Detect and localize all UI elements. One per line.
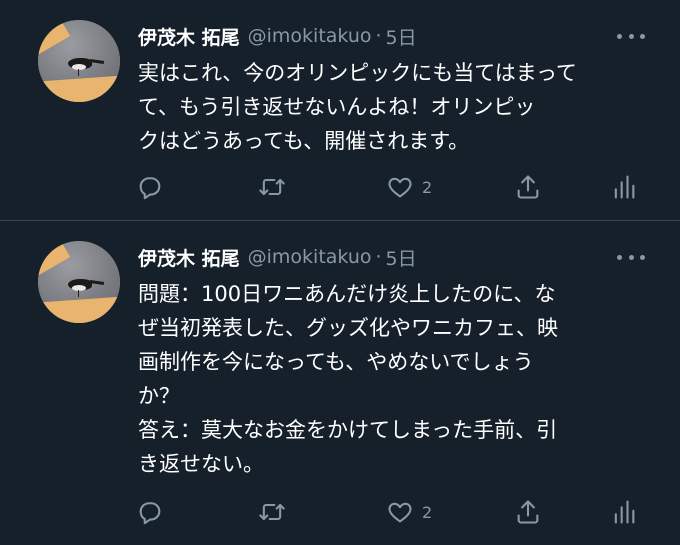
timestamp[interactable]: 5日 [386,23,417,50]
tweet-text: 問題：100日ワニあんだけ炎上したのに、な ぜ当初発表した、グッズ化やワニカフェ… [138,282,558,476]
like-count: 2 [422,502,433,522]
tweet-actions: 2 [136,497,656,527]
reply-icon [139,177,161,200]
timestamp[interactable]: 5日 [386,244,417,271]
reply-button[interactable] [136,172,164,202]
heart-icon [388,502,412,523]
tweet-header: 伊茂木 拓尾 @imokitakuo · 5日 [138,243,417,271]
share-button[interactable] [514,497,542,527]
retweet-button[interactable] [258,497,286,527]
retweet-icon [259,503,285,521]
tweet-header: 伊茂木 拓尾 @imokitakuo · 5日 [138,22,417,50]
analytics-button[interactable] [610,497,638,527]
more-icon[interactable] [617,252,645,262]
author-name[interactable]: 伊茂木 拓尾 [138,244,240,271]
analytics-icon [614,500,635,524]
author-handle[interactable]: @imokitakuo [248,246,372,268]
like-button[interactable]: 2 [386,497,432,527]
analytics-icon [614,175,635,199]
analytics-button[interactable] [610,172,638,202]
reply-icon [139,502,161,525]
tweet-text: 実はこれ、今のオリンピックにも当てはまって て、もう引き返せないんよね！オリンピ… [138,61,577,153]
share-icon [517,500,539,524]
reply-button[interactable] [136,497,164,527]
separator: · [375,25,382,47]
avatar[interactable] [38,241,120,323]
separator: · [375,246,382,268]
like-button[interactable]: 2 [386,172,432,202]
share-icon [517,175,539,199]
tweet[interactable]: 伊茂木 拓尾 @imokitakuo · 5日 問題：100日ワニあんだけ炎上し… [0,221,680,545]
avatar[interactable] [38,20,120,102]
tweet-actions: 2 [136,172,656,202]
share-button[interactable] [514,172,542,202]
author-handle[interactable]: @imokitakuo [248,25,372,47]
like-count: 2 [422,177,433,197]
retweet-button[interactable] [258,172,286,202]
author-name[interactable]: 伊茂木 拓尾 [138,23,240,50]
more-icon[interactable] [617,31,645,41]
retweet-icon [259,178,285,196]
heart-icon [388,177,412,198]
tweet[interactable]: 伊茂木 拓尾 @imokitakuo · 5日 実はこれ、今のオリンピックにも当… [0,0,680,220]
